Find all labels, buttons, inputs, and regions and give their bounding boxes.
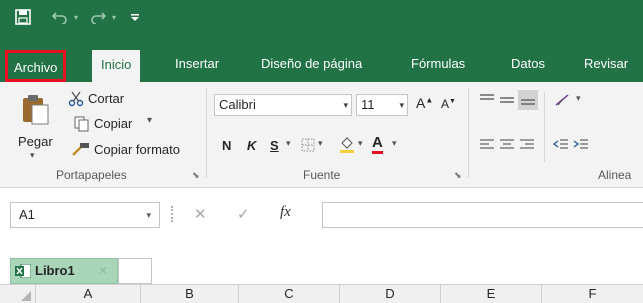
borders-icon[interactable] (300, 136, 316, 154)
ribbon-tabs: Archivo Inicio Insertar Diseño de página… (0, 46, 643, 82)
save-icon[interactable] (12, 6, 34, 28)
cancel-entry-icon[interactable]: ✕ (194, 205, 207, 223)
italic-button[interactable]: K (247, 138, 256, 153)
align-top-icon[interactable] (478, 92, 496, 106)
column-header-c[interactable]: C (239, 285, 340, 303)
clipboard-group-label: Portapapeles (56, 168, 127, 182)
orientation-dropdown-icon[interactable]: ▾ (576, 93, 581, 104)
select-all-corner[interactable] (0, 285, 36, 303)
formula-input[interactable] (322, 202, 643, 228)
underline-dropdown-icon[interactable]: ▾ (286, 138, 291, 149)
tab-inicio[interactable]: Inicio (92, 50, 141, 82)
customize-qat-icon[interactable] (128, 6, 142, 28)
align-bottom-icon[interactable] (518, 90, 538, 110)
workbook-tab-label: Libro1 (35, 263, 75, 278)
align-left-icon[interactable] (478, 136, 496, 152)
new-workbook-tab[interactable] (118, 258, 152, 284)
confirm-entry-icon[interactable]: ✓ (237, 205, 250, 223)
decrease-font-size-label: A (441, 97, 450, 111)
paste-icon[interactable] (18, 92, 52, 126)
name-box-dropdown-icon[interactable]: ▾ (146, 203, 151, 227)
group-divider (468, 88, 469, 178)
decrease-font-size-button[interactable]: A▼ (441, 97, 456, 111)
paste-dropdown-icon[interactable]: ▾ (30, 150, 35, 161)
undo-dropdown-icon[interactable]: ▾ (71, 6, 81, 28)
formula-bar: A1 ▾ ✕ ✓ fx (0, 188, 643, 250)
increase-font-size-label: A (416, 95, 426, 111)
font-name-dropdown-icon[interactable]: ▾ (343, 95, 348, 115)
align-middle-icon[interactable] (498, 92, 516, 108)
font-size-value: 11 (361, 97, 375, 112)
format-painter-button[interactable]: Copiar formato (94, 142, 180, 157)
font-size-combo[interactable]: 11 ▾ (356, 94, 408, 116)
alignment-group-label: Alinea (598, 168, 632, 182)
borders-dropdown-icon[interactable]: ▾ (318, 138, 323, 149)
format-painter-icon[interactable] (70, 140, 92, 158)
font-group-label: Fuente (303, 168, 341, 182)
undo-icon[interactable] (50, 6, 70, 28)
column-header-d[interactable]: D (340, 285, 441, 303)
align-right-icon[interactable] (518, 136, 536, 152)
title-bar: ▾ ▾ (0, 0, 643, 46)
excel-window: ▾ ▾ Archivo Inicio Insertar Diseño de pá… (0, 0, 643, 303)
insert-function-icon[interactable]: fx (280, 204, 291, 221)
font-name-value: Calibri (219, 97, 256, 112)
column-header-b[interactable]: B (141, 285, 239, 303)
formula-bar-grip[interactable] (171, 206, 173, 222)
bold-button[interactable]: N (222, 138, 231, 153)
cut-button[interactable]: Cortar (88, 91, 124, 106)
ribbon: Pegar ▾ Cortar Copiar ▾ Copiar formato P… (0, 82, 643, 188)
font-size-dropdown-icon[interactable]: ▾ (399, 95, 404, 115)
paste-button[interactable]: Pegar (18, 134, 53, 149)
tab-formulas[interactable]: Fórmulas (411, 46, 465, 82)
tab-archivo[interactable]: Archivo (5, 50, 67, 82)
tab-diseno-de-pagina[interactable]: Diseño de página (261, 46, 362, 82)
align-center-icon[interactable] (498, 136, 516, 152)
font-name-combo[interactable]: Calibri ▾ (214, 94, 352, 116)
column-headers: A B C D E F (0, 284, 643, 303)
font-launcher-icon[interactable]: ⬊ (454, 170, 462, 181)
font-color-button[interactable]: A (372, 134, 383, 154)
redo-icon[interactable] (88, 6, 108, 28)
decrease-indent-icon[interactable] (552, 136, 570, 152)
copy-icon[interactable] (73, 115, 91, 133)
increase-font-size-button[interactable]: A▲ (416, 95, 433, 111)
tab-revisar[interactable]: Revisar (584, 46, 628, 82)
clipboard-launcher-icon[interactable]: ⬊ (192, 170, 200, 181)
orientation-icon[interactable] (552, 91, 574, 109)
name-box[interactable]: A1 ▾ (10, 202, 160, 228)
underline-button[interactable]: S (270, 138, 279, 153)
name-box-value: A1 (19, 207, 35, 222)
workbook-tab-strip: Libro1 × (0, 250, 643, 284)
fill-color-dropdown-icon[interactable]: ▾ (358, 138, 363, 149)
close-workbook-icon[interactable]: × (99, 262, 107, 278)
column-header-e[interactable]: E (441, 285, 542, 303)
column-header-a[interactable]: A (36, 285, 141, 303)
font-color-dropdown-icon[interactable]: ▾ (392, 138, 397, 149)
excel-file-icon (15, 263, 32, 279)
fill-color-icon[interactable] (338, 134, 356, 154)
copy-dropdown-icon[interactable]: ▾ (147, 115, 152, 126)
column-header-f[interactable]: F (542, 285, 643, 303)
workbook-tab[interactable]: Libro1 × (10, 258, 118, 284)
copy-button[interactable]: Copiar (94, 116, 132, 131)
increase-indent-icon[interactable] (572, 136, 590, 152)
tab-datos[interactable]: Datos (511, 46, 545, 82)
redo-dropdown-icon[interactable]: ▾ (109, 6, 119, 28)
group-divider (544, 92, 545, 162)
tab-insertar[interactable]: Insertar (175, 46, 219, 82)
cut-icon[interactable] (67, 90, 85, 108)
group-divider (206, 88, 207, 178)
